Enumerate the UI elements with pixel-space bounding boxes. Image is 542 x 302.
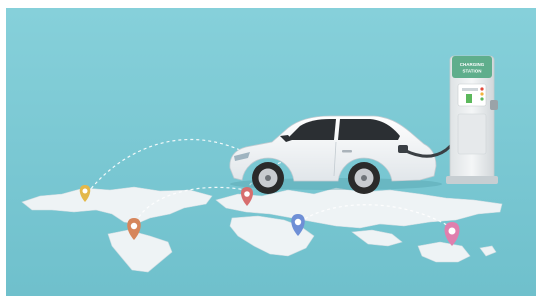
station-screen-bar <box>462 88 478 91</box>
car-wheel-front <box>252 162 284 194</box>
station-holster <box>490 100 498 110</box>
car-wheel-rear <box>348 162 380 194</box>
station-screen-battery <box>466 94 472 103</box>
indicator-red <box>480 87 484 91</box>
station-sign-line2: STATION <box>462 69 481 74</box>
charging-plug <box>398 145 408 153</box>
station-panel-lower <box>457 113 487 155</box>
ev-charging-scene: CHARGING STATION <box>6 8 536 296</box>
station-sign <box>452 56 492 78</box>
indicator-yellow <box>480 92 484 96</box>
station-sign-line1: CHARGING <box>460 62 485 67</box>
indicator-green <box>480 97 484 101</box>
charging-station: CHARGING STATION <box>446 55 498 184</box>
car-door-handle <box>342 150 352 153</box>
station-base <box>446 176 498 184</box>
